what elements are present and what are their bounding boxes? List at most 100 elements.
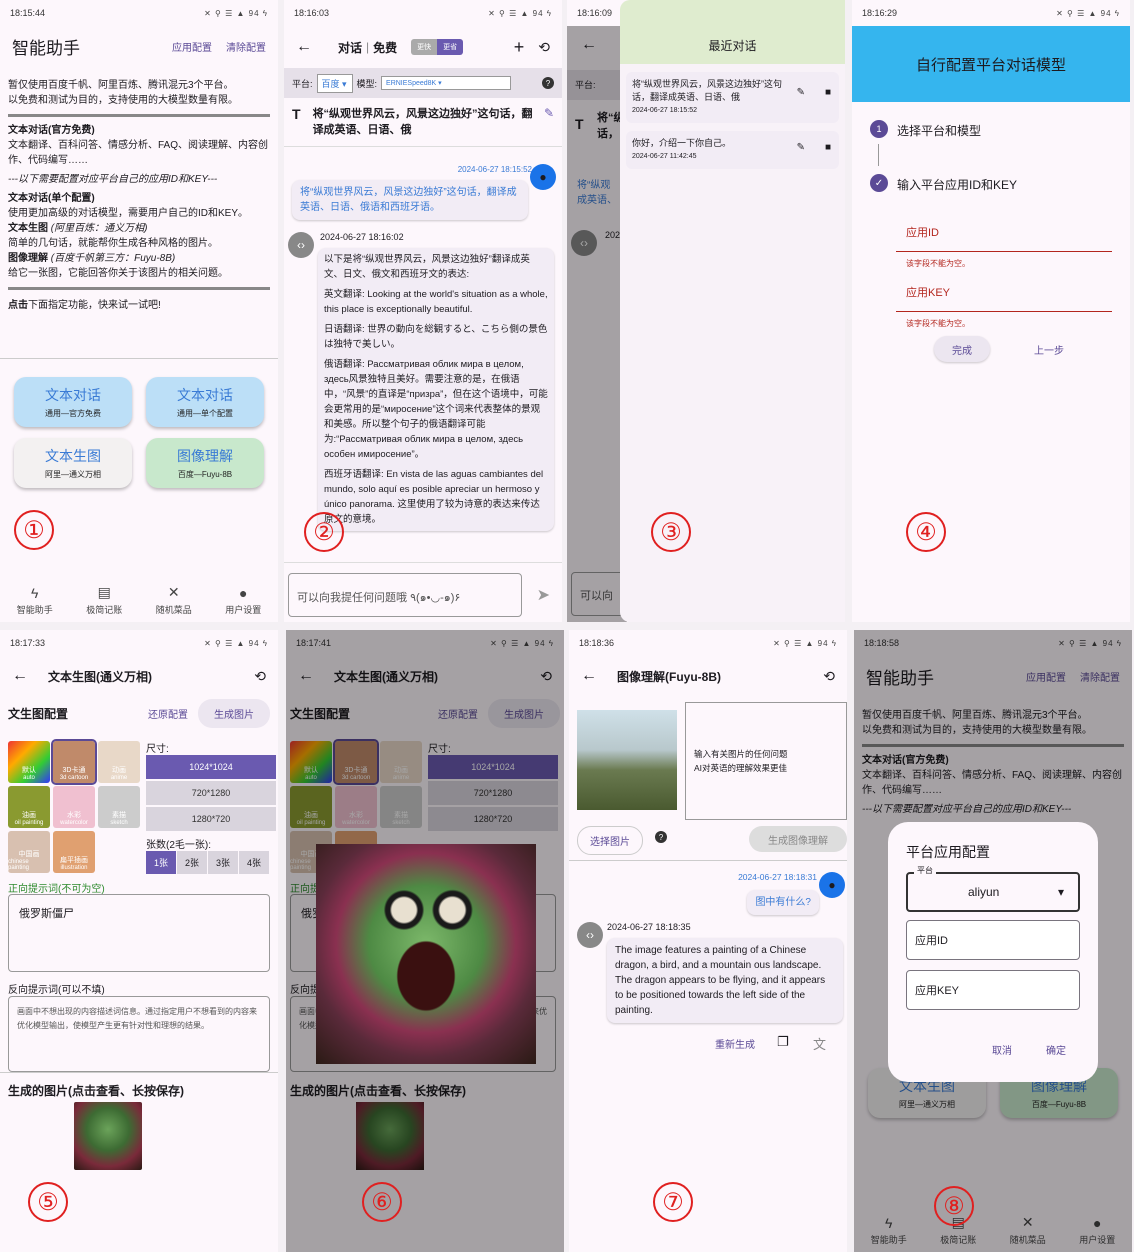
selected-image[interactable] [577,710,677,810]
error-text: 该字段不能为空。 [906,259,970,268]
translate-icon[interactable]: 文 [813,1034,826,1053]
question-input[interactable]: 输入有关图片的任何问题 AI对英语的理解效果更佳 [685,702,847,820]
screen-chat: 18:16:03 ✕ ⚲ ☰ ▲ 94 ϟ ← 对话 | 免费 更快 更省 + ⟲… [284,0,562,622]
cancel-button[interactable]: 取消 [992,1042,1012,1057]
positive-prompt-input[interactable]: 俄罗斯僵尸 [8,894,270,972]
edit-icon[interactable]: ✎ [544,106,554,138]
size-option[interactable]: 720*1280 [146,781,276,805]
regenerate-button[interactable]: 重新生成 [715,1036,755,1051]
help-icon[interactable]: ? [655,831,667,843]
style-thumb[interactable]: 默认 auto [8,741,50,783]
generate-button[interactable]: 生成图片 [198,698,270,728]
nav-label: 随机菜品 [155,605,192,615]
ai-avatar: ‹› [577,922,603,948]
nav-assistant[interactable]: ϟ 智能助手 [17,585,53,616]
section-sub: (百度千帆第三方：Fuyu-8B) [50,253,176,264]
help-icon[interactable]: ? [542,77,554,89]
nav-dish[interactable]: ✕ 随机菜品 [156,584,192,616]
edit-icon[interactable]: ✎ [797,141,805,154]
app-key-field[interactable]: 应用KEY [906,970,1080,1010]
code-icon: ‹› [586,928,594,942]
negative-prompt-input[interactable]: 画面中不想出现的内容描述词信息。通过指定用户不想看到的内容来优化模型输出，使模型… [8,996,270,1072]
size-option[interactable]: 1280*720 [146,807,276,831]
generated-image[interactable] [74,1102,142,1170]
style-thumb[interactable]: 动画 anime [98,741,140,783]
input-area: 可以向我提任何问题哦 ٩(๑•◡-๑)۶ ➤ [284,562,562,622]
previous-button[interactable]: 上一步 [1034,342,1064,357]
speed-toggle[interactable]: 更快 更省 [411,39,464,55]
positive-prompt-label: 正向提示词(不可为空) [8,884,105,895]
trash-icon[interactable]: ■ [825,141,831,154]
count-option[interactable]: 4张 [239,851,270,874]
style-thumb[interactable]: 水彩 watercolor [53,786,95,828]
chat-config-button[interactable]: 文本对话 通用—单个配置 [146,377,264,427]
button-label: 文本对话 [177,387,233,403]
back-arrow-icon[interactable]: ← [581,667,597,685]
generated-heading: 生成的图片(点击查看、长按保存) [8,1084,184,1098]
style-thumb[interactable]: 扁平插画 illustration [53,831,95,873]
check-icon: ✓ [870,174,888,192]
count-option[interactable]: 3张 [208,851,239,874]
thumb-label: 动画 [112,767,126,774]
style-thumb[interactable]: 3D卡通 3d cartoon [51,739,97,785]
app-id-field[interactable]: 应用ID [896,214,1112,252]
platform-select[interactable]: 百度 ▾ [316,73,353,93]
ai-paragraph: 日语翻译: 世界の動向を総観すると、こちら側の景色は独特で美しい。 [324,324,548,350]
back-arrow-icon[interactable]: ← [296,38,312,56]
intro-line: 文本翻译、百科问答、情感分析、FAQ、阅读理解、内容创作、代码编写…… [8,140,269,166]
person-icon: ● [539,170,547,184]
app-key-field[interactable]: 应用KEY [896,274,1112,312]
app-id-field[interactable]: 应用ID [906,920,1080,960]
image-understanding-button[interactable]: 图像理解 百度—Fuyu-8B [146,438,264,488]
app-config-button[interactable]: 应用配置 [172,39,212,54]
page-title: 对话 [338,40,363,55]
generate-understanding-button[interactable]: 生成图像理解 [749,826,847,852]
edit-icon[interactable]: ✎ [797,86,805,99]
send-icon[interactable]: ➤ [537,585,550,605]
style-thumb[interactable]: 油画 oil painting [8,786,50,828]
style-thumb[interactable]: 中国画 chinese painting [8,831,50,873]
image-preview-zombie[interactable] [316,844,536,1064]
history-icon[interactable]: ⟲ [823,668,835,685]
back-arrow-icon[interactable]: ← [12,667,28,685]
nav-user[interactable]: ● 用户设置 [225,585,261,616]
button-label: 文本生图 [45,448,101,464]
topic-text: 将“纵观世界风云，风景这边独好”这句话，翻译成英语、日语、俄 [312,108,533,136]
step-label[interactable]: 选择平台和模型 [897,122,981,139]
thumb-sublabel: auto [23,775,35,781]
history-icon[interactable]: ⟲ [254,668,266,685]
platform-select[interactable]: aliyun ▾ [906,872,1080,912]
scrim[interactable] [567,26,627,622]
clear-config-button[interactable]: 清除配置 [226,39,266,54]
chat-input[interactable]: 可以向我提任何问题哦 ٩(๑•◡-๑)۶ [288,573,522,617]
ai-message: The image features a painting of a Chine… [607,938,843,1023]
count-option-selected[interactable]: 1张 [146,851,177,874]
recent-item[interactable]: 将“纵观世界风云，风景这边独好”这句话，翻译成英语、日语、俄 2024-06-2… [626,72,839,123]
confirm-button[interactable]: 确定 [1046,1042,1066,1057]
count-option[interactable]: 2张 [177,851,208,874]
recent-time: 2024-06-27 18:15:52 [632,107,697,114]
step-label[interactable]: 输入平台应用ID和KEY [897,176,1017,193]
model-select[interactable]: ERNIESpeed8K ▾ [381,76,512,90]
copy-icon[interactable]: ❐ [777,1034,789,1050]
history-icon[interactable]: ⟲ [538,39,550,56]
plus-icon[interactable]: + [514,37,525,58]
step-number: ⑤ [28,1182,68,1222]
nav-ledger[interactable]: ▤ 极简记账 [86,584,122,616]
user-avatar: ● [530,164,556,190]
done-button[interactable]: 完成 [934,336,990,362]
toggle-cheaper[interactable]: 更省 [437,39,464,55]
size-option-selected[interactable]: 1024*1024 [146,755,276,779]
trash-icon[interactable]: ■ [825,86,831,99]
style-thumb[interactable]: 素描 sketch [98,786,140,828]
intro-line: 简单的几句话，就能帮你生成各种风格的图片。 [8,238,218,249]
error-text: 该字段不能为空。 [906,319,970,328]
nav-label: 用户设置 [225,604,262,615]
text-to-image-button[interactable]: 文本生图 阿里—通义万相 [14,438,132,488]
recent-item[interactable]: 你好，介绍一下你自己。 2024-06-27 11:42:45 ✎ ■ [626,131,839,169]
pick-image-button[interactable]: 选择图片 [577,826,643,855]
toggle-faster[interactable]: 更快 [411,39,438,55]
screen-recent-chats: 18:16:09✕ ⚲ ☰ ▲ 94 ϟ ← 平台: T 将“纵话， 将“纵观成… [567,0,845,622]
reset-config-button[interactable]: 还原配置 [148,706,188,721]
chat-free-button[interactable]: 文本对话 通用—官方免费 [14,377,132,427]
